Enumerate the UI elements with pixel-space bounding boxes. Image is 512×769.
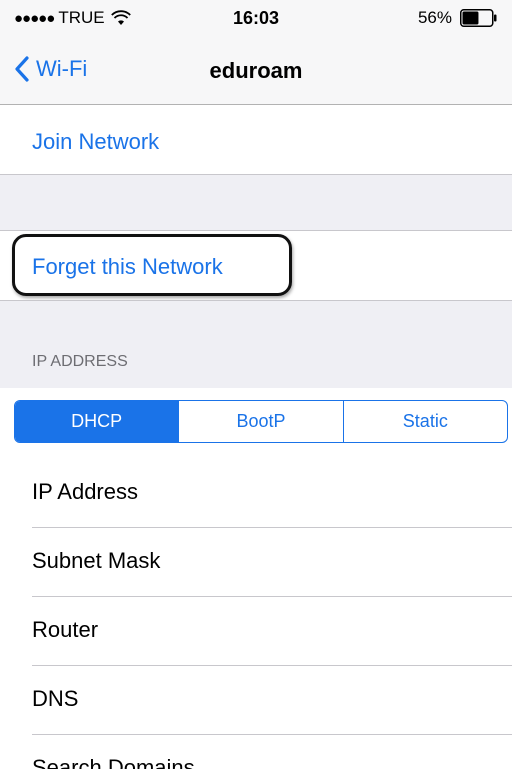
battery-percent: 56% — [417, 8, 452, 27]
join-network-button[interactable]: Join Network — [32, 129, 159, 155]
battery-icon — [460, 9, 497, 27]
ip-address-section-header: IP ADDRESS — [32, 353, 128, 370]
field-row-subnet-mask[interactable]: Subnet Mask — [0, 528, 512, 597]
field-label-router: Router — [32, 617, 99, 642]
field-label-search-domains: Search Domains — [32, 755, 195, 769]
ip-section-header-band: IP ADDRESS — [0, 300, 512, 388]
field-label-ip-address: IP Address — [32, 479, 138, 504]
battery-level-fill — [462, 11, 479, 25]
field-label-subnet-mask: Subnet Mask — [32, 548, 161, 573]
segment-static[interactable]: Static — [342, 401, 507, 442]
status-right: 56% — [418, 8, 498, 28]
segment-dhcp[interactable]: DHCP — [15, 401, 179, 442]
page-title: eduroam — [209, 58, 303, 83]
field-label-dns: DNS — [32, 686, 79, 711]
field-row-ip-address[interactable]: IP Address — [0, 459, 512, 528]
wifi-network-detail-screen: ●●●●● TRUE 16:03 56% Wi-Fi eduroam Join … — [0, 0, 512, 769]
field-row-dns[interactable]: DNS — [0, 666, 512, 735]
section-spacer — [0, 174, 512, 231]
navigation-bar: Wi-Fi eduroam — [0, 36, 512, 105]
ip-mode-segmented-control: DHCP BootP Static — [14, 400, 508, 443]
segment-bootp[interactable]: BootP — [178, 401, 342, 442]
highlight-outline — [12, 234, 292, 296]
field-row-router[interactable]: Router — [0, 597, 512, 666]
field-row-search-domains[interactable]: Search Domains — [0, 735, 512, 769]
status-bar: ●●●●● TRUE 16:03 56% — [0, 0, 512, 36]
join-network-row[interactable]: Join Network — [0, 105, 512, 174]
